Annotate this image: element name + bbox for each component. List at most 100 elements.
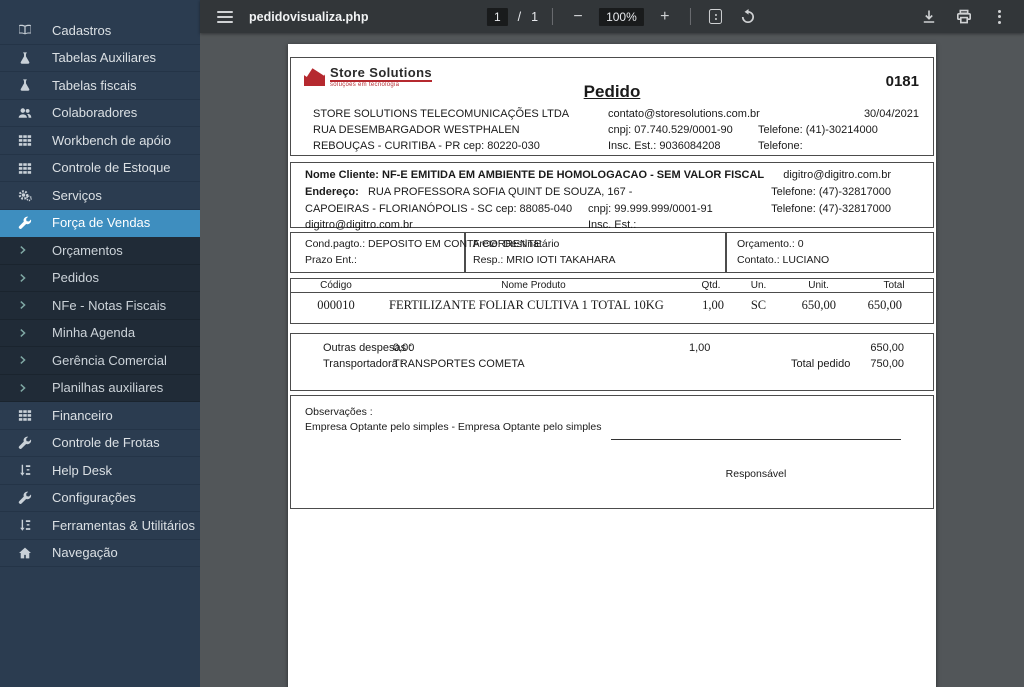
col-nome-produto: Nome Produto bbox=[501, 279, 566, 291]
sidebar-item-servicos[interactable]: Serviços bbox=[0, 182, 200, 210]
wrench-icon bbox=[18, 436, 38, 450]
sidebar-item-label: Controle de Estoque bbox=[52, 160, 171, 176]
address-value: RUA PROFESSORA SOFIA QUINT DE SOUZA, 167… bbox=[367, 186, 633, 198]
toolbar-divider bbox=[552, 8, 554, 25]
sidebar-item-minha-agenda[interactable]: Minha Agenda bbox=[0, 319, 200, 347]
sidebar-item-controle-estoque[interactable]: Controle de Estoque bbox=[0, 155, 200, 182]
freight: Frete: Destinatário bbox=[473, 238, 560, 250]
sidebar-item-label: Financeiro bbox=[52, 407, 113, 423]
order-total-label: Total pedido bbox=[791, 358, 851, 370]
totals-section: Outras despesas : 0,00 1,00 650,00 Trans… bbox=[290, 333, 934, 391]
sidebar-item-label: Configurações bbox=[52, 490, 136, 506]
sidebar-item-tabelas-auxiliares[interactable]: Tabelas Auxiliares bbox=[0, 45, 200, 72]
sidebar-item-navegacao[interactable]: Navegação bbox=[0, 540, 200, 567]
company-address: RUA DESEMBARGADOR WESTPHALEN bbox=[313, 124, 520, 136]
conditions-divider-2 bbox=[725, 233, 727, 272]
grid-icon bbox=[18, 408, 38, 422]
sidebar-item-controle-de-frotas[interactable]: Controle de Frotas bbox=[0, 430, 200, 457]
col-un: Un. bbox=[750, 279, 767, 291]
sidebar-item-gerencia-comercial[interactable]: Gerência Comercial bbox=[0, 347, 200, 375]
sort-alpha-icon bbox=[18, 518, 38, 532]
col-qtd: Qtd. bbox=[701, 279, 721, 291]
client-cnpj: cnpj: 99.999.999/0001-91 bbox=[588, 203, 713, 215]
grid-icon bbox=[18, 133, 38, 147]
item-unit-price: 650,00 bbox=[801, 297, 836, 312]
logo-name: Store Solutions bbox=[330, 65, 433, 82]
company-phone1: Telefone: (41)-30214000 bbox=[758, 124, 878, 136]
client-phone2: Telefone: (47)-32817000 bbox=[771, 203, 891, 215]
home-icon bbox=[18, 546, 38, 560]
print-button[interactable] bbox=[953, 6, 975, 28]
flask-icon bbox=[18, 51, 38, 65]
contact: Contato.: LUCIANO bbox=[737, 254, 830, 266]
fit-page-icon bbox=[709, 9, 723, 24]
sidebar-item-ferramentas-utilitarios[interactable]: Ferramentas & Utilitários bbox=[0, 512, 200, 540]
carrier-label: Transportadora : bbox=[323, 358, 404, 370]
sidebar-item-label: Minha Agenda bbox=[52, 325, 136, 341]
sidebar-item-orcamentos[interactable]: Orçamentos bbox=[0, 237, 200, 265]
address-label: Endereço: bbox=[305, 186, 359, 198]
item-code: 000010 bbox=[317, 297, 355, 312]
document-title: pedidovisualiza.php bbox=[249, 9, 369, 24]
observations-label: Observações : bbox=[305, 406, 373, 418]
sidebar-item-configuracoes[interactable]: Configurações bbox=[0, 485, 200, 512]
col-total: Total bbox=[883, 279, 905, 291]
sidebar-item-nfe-notas-fiscais[interactable]: NFe - Notas Fiscais bbox=[0, 292, 200, 320]
page-number-input[interactable]: 1 bbox=[486, 7, 508, 26]
sidebar-item-planilhas-auxiliares[interactable]: Planilhas auxiliares bbox=[0, 374, 200, 402]
signature-label: Responsável bbox=[725, 468, 787, 480]
pdf-page: Store Solutions soluções em tecnologia P… bbox=[288, 44, 936, 687]
sidebar-item-forca-de-vendas[interactable]: Força de Vendas bbox=[0, 209, 200, 237]
sidebar-item-help-desk[interactable]: Help Desk bbox=[0, 457, 200, 485]
sidebar-item-colaboradores[interactable]: Colaboradores bbox=[0, 100, 200, 127]
download-button[interactable] bbox=[918, 6, 940, 28]
zoom-level[interactable]: 100% bbox=[599, 7, 644, 26]
budget: Orçamento.: 0 bbox=[737, 238, 804, 250]
gears-icon bbox=[18, 188, 38, 202]
items-table-header: Código Nome Produto Qtd. Un. Unit. Total bbox=[291, 279, 933, 293]
flask-icon bbox=[18, 78, 38, 92]
rotate-ccw-icon bbox=[741, 8, 754, 23]
company-phone2: Telefone: bbox=[758, 140, 803, 152]
order-number: 0181 bbox=[885, 73, 919, 90]
client-email-left: digitro@digitro.com.br bbox=[305, 219, 413, 231]
company-cnpj: cnpj: 07.740.529/0001-90 bbox=[608, 124, 733, 136]
client-address-line: Endereço: RUA PROFESSORA SOFIA QUINT DE … bbox=[305, 186, 632, 198]
zoom-out-button[interactable]: − bbox=[567, 6, 589, 28]
fit-to-page-button[interactable] bbox=[705, 6, 727, 28]
page-separator: / bbox=[517, 9, 522, 24]
book-icon bbox=[18, 23, 38, 37]
zoom-in-button[interactable]: + bbox=[654, 6, 676, 28]
wrench-icon bbox=[18, 216, 38, 230]
chevron-right-icon bbox=[18, 245, 38, 255]
sidebar-item-tabelas-fiscais[interactable]: Tabelas fiscais bbox=[0, 72, 200, 100]
sidebar-item-label: Workbench de apóio bbox=[52, 132, 172, 148]
menu-icon[interactable] bbox=[217, 10, 233, 23]
pdf-viewer: pedidovisualiza.php 1 / 1 − 100% + Store… bbox=[200, 0, 1024, 687]
chevron-right-icon bbox=[18, 328, 38, 338]
users-icon bbox=[18, 106, 38, 120]
sidebar-item-label: Controle de Frotas bbox=[52, 435, 160, 451]
sidebar-item-workbench[interactable]: Workbench de apóio bbox=[0, 127, 200, 155]
client-name-line: Nome Cliente: NF-E EMITIDA EM AMBIENTE D… bbox=[305, 169, 765, 181]
page-total: 1 bbox=[531, 9, 539, 24]
pdf-toolbar: pedidovisualiza.php 1 / 1 − 100% + bbox=[200, 0, 1024, 33]
company-insc: Insc. Est.: 9036084208 bbox=[608, 140, 721, 152]
sidebar-item-pedidos[interactable]: Pedidos bbox=[0, 264, 200, 292]
wrench-icon bbox=[18, 491, 38, 505]
signature-line bbox=[611, 439, 901, 440]
print-icon bbox=[956, 9, 971, 23]
order-total-value: 750,00 bbox=[870, 358, 904, 370]
sidebar-item-label: Help Desk bbox=[52, 462, 112, 478]
item-qty: 1,00 bbox=[702, 297, 724, 312]
rotate-button[interactable] bbox=[737, 6, 759, 28]
sidebar-item-cadastros[interactable]: Cadastros bbox=[0, 17, 200, 45]
download-icon bbox=[923, 10, 935, 23]
pdf-viewport[interactable]: Store Solutions soluções em tecnologia P… bbox=[200, 33, 1024, 687]
client-email-right: digitro@digitro.com.br bbox=[783, 169, 891, 181]
chevron-right-icon bbox=[18, 273, 38, 283]
item-name: FERTILIZANTE FOLIAR CULTIVA 1 TOTAL 10KG bbox=[389, 297, 664, 312]
more-options-icon[interactable] bbox=[988, 9, 1010, 24]
grid-icon bbox=[18, 161, 38, 175]
sidebar-item-financeiro[interactable]: Financeiro bbox=[0, 402, 200, 430]
